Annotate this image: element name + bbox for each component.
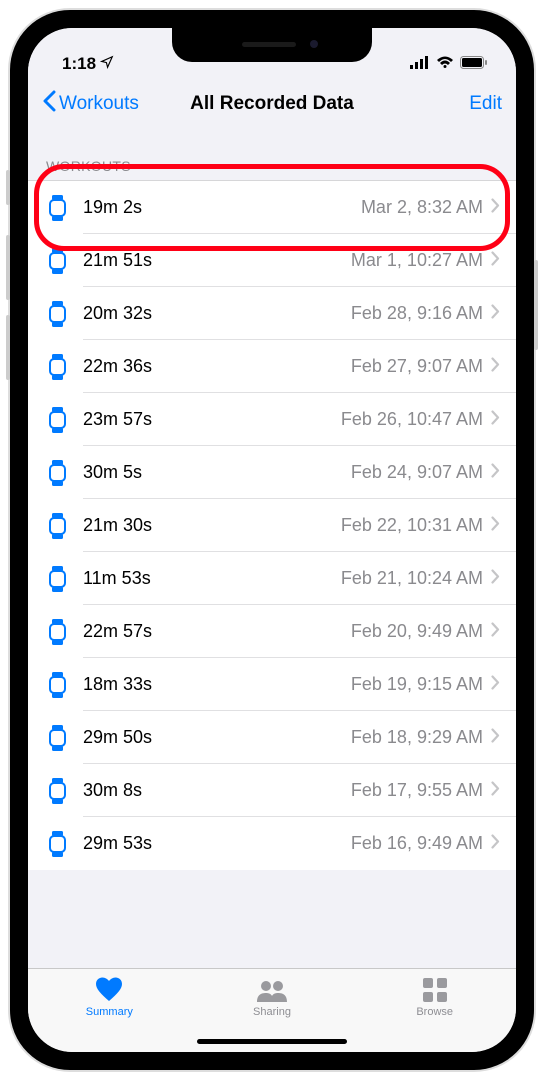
apple-watch-icon [46, 460, 68, 486]
workout-duration: 18m 33s [83, 674, 152, 695]
back-label: Workouts [59, 93, 139, 115]
chevron-right-icon [491, 357, 500, 377]
workout-timestamp: Feb 16, 9:49 AM [351, 833, 483, 854]
workout-timestamp: Feb 22, 10:31 AM [341, 515, 483, 536]
browse-icon [423, 977, 447, 1003]
workout-row[interactable]: 30m 5s Feb 24, 9:07 AM [28, 446, 516, 499]
workout-duration: 29m 53s [83, 833, 152, 854]
tab-label: Sharing [253, 1006, 291, 1018]
workout-timestamp: Mar 2, 8:32 AM [361, 197, 483, 218]
workout-row[interactable]: 30m 8s Feb 17, 9:55 AM [28, 764, 516, 817]
workout-timestamp: Feb 27, 9:07 AM [351, 356, 483, 377]
chevron-right-icon [491, 304, 500, 324]
workout-duration: 20m 32s [83, 303, 152, 324]
summary-icon [95, 977, 123, 1003]
chevron-right-icon [491, 622, 500, 642]
workout-timestamp: Feb 18, 9:29 AM [351, 727, 483, 748]
workout-duration: 29m 50s [83, 727, 152, 748]
mute-switch [6, 170, 10, 205]
content: WORKOUTS 19m 2s Mar 2, 8:32 AM 21m 51s Mar … [28, 130, 516, 968]
tab-summary[interactable]: Summary [28, 977, 191, 1052]
chevron-right-icon [491, 675, 500, 695]
workout-row[interactable]: 29m 53s Feb 16, 9:49 AM [28, 817, 516, 870]
workout-duration: 19m 2s [83, 197, 142, 218]
chevron-right-icon [491, 834, 500, 854]
chevron-right-icon [491, 569, 500, 589]
wifi-icon [436, 54, 454, 74]
workout-duration: 30m 8s [83, 780, 142, 801]
apple-watch-icon [46, 672, 68, 698]
workout-timestamp: Feb 20, 9:49 AM [351, 621, 483, 642]
workout-duration: 30m 5s [83, 462, 142, 483]
workout-row[interactable]: 29m 50s Feb 18, 9:29 AM [28, 711, 516, 764]
workout-timestamp: Feb 28, 9:16 AM [351, 303, 483, 324]
chevron-right-icon [491, 781, 500, 801]
chevron-right-icon [491, 516, 500, 536]
tab-browse[interactable]: Browse [353, 977, 516, 1052]
apple-watch-icon [46, 301, 68, 327]
workout-timestamp: Feb 17, 9:55 AM [351, 780, 483, 801]
chevron-right-icon [491, 198, 500, 218]
apple-watch-icon [46, 619, 68, 645]
volume-down [6, 315, 10, 380]
chevron-right-icon [491, 410, 500, 430]
apple-watch-icon [46, 354, 68, 380]
workout-duration: 21m 30s [83, 515, 152, 536]
chevron-right-icon [491, 251, 500, 271]
workout-timestamp: Feb 19, 9:15 AM [351, 674, 483, 695]
chevron-right-icon [491, 728, 500, 748]
workout-timestamp: Feb 24, 9:07 AM [351, 462, 483, 483]
workout-list: 19m 2s Mar 2, 8:32 AM 21m 51s Mar 1, 10:27 … [28, 180, 516, 870]
workout-row[interactable]: 23m 57s Feb 26, 10:47 AM [28, 393, 516, 446]
workout-row[interactable]: 20m 32s Feb 28, 9:16 AM [28, 287, 516, 340]
page-title: All Recorded Data [190, 93, 354, 115]
tab-label: Summary [86, 1006, 133, 1018]
section-header: WORKOUTS [28, 130, 516, 180]
volume-up [6, 235, 10, 300]
nav-bar: Workouts All Recorded Data Edit [28, 78, 516, 130]
apple-watch-icon [46, 778, 68, 804]
notch [172, 28, 372, 62]
chevron-left-icon [42, 90, 56, 118]
sharing-icon [255, 977, 289, 1003]
workout-row[interactable]: 21m 51s Mar 1, 10:27 AM [28, 234, 516, 287]
power-button [534, 260, 538, 350]
apple-watch-icon [46, 513, 68, 539]
back-button[interactable]: Workouts [42, 90, 139, 118]
workout-timestamp: Mar 1, 10:27 AM [351, 250, 483, 271]
status-time: 1:18 [62, 54, 96, 74]
workout-duration: 11m 53s [83, 568, 151, 589]
phone-frame: 1:18 Wor [10, 10, 534, 1070]
workout-row[interactable]: 18m 33s Feb 19, 9:15 AM [28, 658, 516, 711]
workout-timestamp: Feb 26, 10:47 AM [341, 409, 483, 430]
workout-duration: 22m 57s [83, 621, 152, 642]
apple-watch-icon [46, 725, 68, 751]
workout-row[interactable]: 22m 57s Feb 20, 9:49 AM [28, 605, 516, 658]
workout-row[interactable]: 19m 2s Mar 2, 8:32 AM [28, 181, 516, 234]
location-arrow-icon [100, 54, 114, 74]
battery-icon [460, 54, 488, 74]
workout-row[interactable]: 21m 30s Feb 22, 10:31 AM [28, 499, 516, 552]
tab-label: Browse [416, 1006, 453, 1018]
cellular-signal-icon [410, 54, 430, 74]
phone-screen: 1:18 Wor [28, 28, 516, 1052]
workout-row[interactable]: 22m 36s Feb 27, 9:07 AM [28, 340, 516, 393]
apple-watch-icon [46, 195, 68, 221]
workout-duration: 23m 57s [83, 409, 152, 430]
workout-timestamp: Feb 21, 10:24 AM [341, 568, 483, 589]
edit-button[interactable]: Edit [469, 93, 502, 115]
apple-watch-icon [46, 566, 68, 592]
apple-watch-icon [46, 831, 68, 857]
home-indicator[interactable] [197, 1039, 347, 1044]
chevron-right-icon [491, 463, 500, 483]
apple-watch-icon [46, 248, 68, 274]
apple-watch-icon [46, 407, 68, 433]
workout-row[interactable]: 11m 53s Feb 21, 10:24 AM [28, 552, 516, 605]
workout-duration: 21m 51s [83, 250, 152, 271]
workout-duration: 22m 36s [83, 356, 152, 377]
